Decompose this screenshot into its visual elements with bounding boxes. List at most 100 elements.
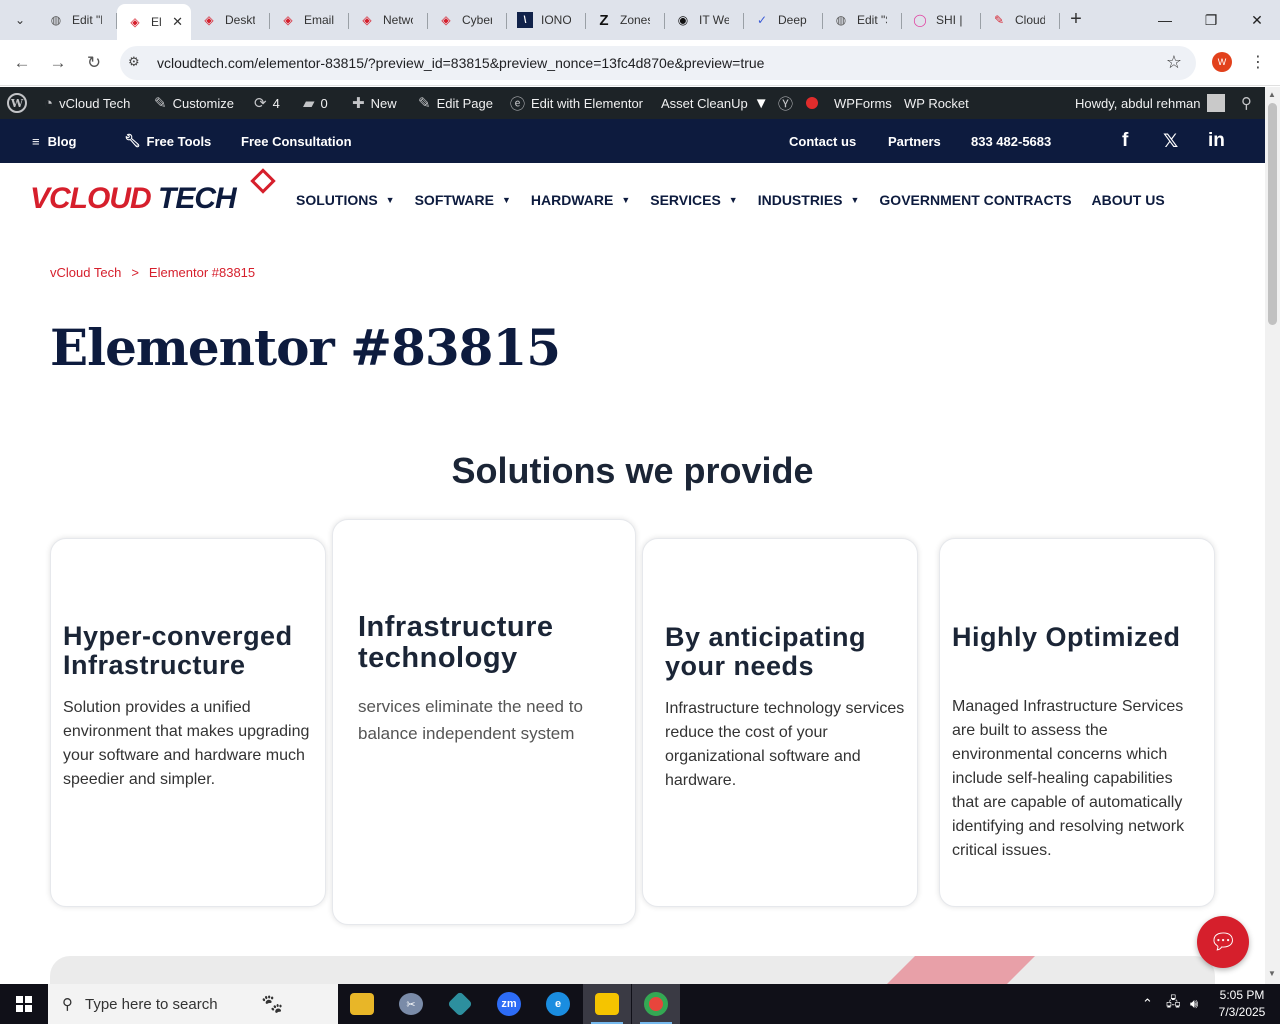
nav-software[interactable]: SOFTWARE ▼ xyxy=(415,190,511,210)
network-icon[interactable]: 🖧︎ xyxy=(1166,984,1181,1024)
close-icon[interactable]: ✕ xyxy=(172,14,183,30)
topnav-free-consultation[interactable]: Free Consultation xyxy=(241,119,352,163)
nav-solutions[interactable]: SOLUTIONS ▼ xyxy=(296,190,395,210)
scrollbar-thumb[interactable] xyxy=(1268,103,1277,325)
wp-wpforms[interactable]: WPForms xyxy=(834,87,892,119)
wp-yoast[interactable]: Ⓨ xyxy=(778,87,799,119)
wp-updates[interactable]: ⟳ 4 xyxy=(254,87,280,119)
wp-search[interactable]: ⚲ xyxy=(1241,87,1252,119)
wp-status-dot[interactable] xyxy=(806,87,818,119)
nav-hardware[interactable]: HARDWARE ▼ xyxy=(531,190,630,210)
tray-chevron-icon[interactable]: ⌃ xyxy=(1142,984,1153,1024)
wp-edit-elementor[interactable]: ⓔ Edit with Elementor xyxy=(510,87,643,119)
tab-cyber[interactable]: ◈ Cyber xyxy=(428,4,507,36)
yoast-icon: Ⓨ xyxy=(778,95,794,113)
tab-deepl[interactable]: ✓ Deep xyxy=(744,4,823,36)
meerkat-illustration-icon: 🐾︎ xyxy=(259,993,285,1016)
tab-edit-s[interactable]: ◍Edit "S xyxy=(823,4,902,36)
facebook-icon[interactable]: f xyxy=(1122,119,1128,163)
tab-ionos[interactable]: \ IONO xyxy=(507,4,586,36)
taskbar-zoom[interactable]: zm xyxy=(485,984,533,1024)
nav-services[interactable]: SERVICES ▼ xyxy=(650,190,737,210)
wp-edit-page[interactable]: ✎ Edit Page xyxy=(418,87,493,119)
topnav-blog[interactable]: ≡ Blog xyxy=(32,119,76,163)
minimize-icon[interactable]: — xyxy=(1142,0,1188,40)
nav-industries[interactable]: INDUSTRIES ▼ xyxy=(758,190,860,210)
window-close-icon[interactable]: ✕ xyxy=(1234,0,1280,40)
ionos-icon: \ xyxy=(517,12,533,28)
solution-card-1: Hyper-converged Infrastructure Solution … xyxy=(50,538,326,907)
chat-bubble-icon[interactable]: 💬︎ xyxy=(1197,916,1249,968)
comment-icon: ▰ xyxy=(303,95,315,112)
wp-admin-bar: W ◔ vCloud Tech ✎ Customize ⟳ 4 ▰ 0 ✚ New ✎ Ed… xyxy=(0,87,1265,119)
wp-site-name[interactable]: ◔ vCloud Tech xyxy=(44,87,130,119)
edge-icon: e xyxy=(546,992,570,1016)
tab-email[interactable]: ◈ Email xyxy=(270,4,349,36)
wp-howdy[interactable]: Howdy, abdul rehman xyxy=(1075,87,1225,119)
card-text: services eliminate the need to balance i… xyxy=(358,697,583,743)
taskbar-app-blue[interactable] xyxy=(436,984,484,1024)
wp-logo-button[interactable]: W xyxy=(7,87,27,119)
card-title: By anticipating your needs xyxy=(665,622,867,681)
taskbar-edge[interactable]: e xyxy=(534,984,582,1024)
taskbar-chrome[interactable] xyxy=(632,984,680,1024)
x-twitter-icon[interactable]: 𝕏 xyxy=(1163,119,1178,163)
browser-menu-icon[interactable]: ⋮ xyxy=(1250,52,1266,72)
taskbar-file-explorer[interactable] xyxy=(338,984,386,1024)
menu-lines-icon: ≡ xyxy=(32,133,40,149)
wp-new[interactable]: ✚ New xyxy=(352,87,397,119)
page-title: Elementor #83815 xyxy=(50,318,561,377)
nav-government-contracts[interactable]: GOVERNMENT CONTRACTS xyxy=(879,190,1071,210)
zoom-icon: zm xyxy=(497,992,521,1016)
taskbar-clock[interactable]: 5:05 PM 7/3/2025 xyxy=(1212,987,1272,1021)
breadcrumb-home[interactable]: vCloud Tech xyxy=(50,265,121,280)
scroll-up-icon[interactable]: ▲ xyxy=(1268,90,1276,99)
start-button[interactable] xyxy=(0,984,48,1024)
back-icon[interactable]: ← xyxy=(8,49,36,77)
site-info-icon[interactable]: ⚙ xyxy=(128,54,140,70)
chrome-icon xyxy=(644,992,668,1016)
topnav-contact[interactable]: Contact us xyxy=(789,119,856,163)
topnav-partners[interactable]: Partners xyxy=(888,119,941,163)
wordpress-icon: W xyxy=(7,93,27,113)
solution-card-4: Highly Optimized Managed Infrastructure … xyxy=(939,538,1215,907)
tab-zones[interactable]: ZZones xyxy=(586,4,665,36)
card-title: Infrastructure technology xyxy=(358,611,554,674)
wp-asset-cleanup[interactable]: Asset CleanUp ▼ xyxy=(661,87,775,119)
taskbar-snip-tool[interactable]: ✂ xyxy=(387,984,435,1024)
site-logo[interactable]: VCLOUD TECH xyxy=(30,182,237,216)
brush-icon: ✎ xyxy=(154,95,167,112)
address-bar[interactable]: ⚙ vcloudtech.com/elementor-83815/?previe… xyxy=(120,46,1196,80)
tab-edit-e[interactable]: ◍Edit "E xyxy=(38,4,117,36)
snipping-icon: ✂ xyxy=(399,993,423,1015)
diamond-icon: ◈ xyxy=(441,13,451,27)
topnav-free-tools[interactable]: 🔧︎ Free Tools xyxy=(124,119,211,163)
tab-shi[interactable]: ◯ SHI | xyxy=(902,4,981,36)
scroll-down-icon[interactable]: ▼ xyxy=(1268,969,1276,978)
taskbar-sticky-notes[interactable] xyxy=(583,984,631,1024)
nav-about-us[interactable]: ABOUT US xyxy=(1092,190,1165,210)
tab-desktop[interactable]: ◈ Deskt xyxy=(191,4,270,36)
tab-it-web[interactable]: ◉ IT We xyxy=(665,4,744,36)
wp-comments[interactable]: ▰ 0 xyxy=(303,87,328,119)
volume-icon[interactable]: 🔊︎ xyxy=(1190,984,1198,1024)
page-scrollbar[interactable]: ▲ ▼ xyxy=(1265,87,1280,984)
bookmark-star-icon[interactable]: ☆ xyxy=(1166,52,1182,73)
new-tab-button[interactable]: + xyxy=(1064,8,1088,32)
taskbar-search[interactable]: ⚲ Type here to search 🐾︎ xyxy=(48,984,338,1024)
linkedin-icon[interactable]: in xyxy=(1208,119,1225,163)
wp-customize[interactable]: ✎ Customize xyxy=(154,87,234,119)
restore-icon[interactable]: ❐ xyxy=(1188,0,1234,40)
topnav-phone[interactable]: 833 482-5683 xyxy=(971,119,1051,163)
elementor-icon: ⓔ xyxy=(510,95,526,113)
caret-down-icon: ▼ xyxy=(728,195,738,205)
profile-avatar[interactable]: W xyxy=(1212,52,1232,72)
wp-rocket[interactable]: WP Rocket xyxy=(904,87,969,119)
tab-network[interactable]: ◈Netwo xyxy=(349,4,428,36)
url-text: vcloudtech.com/elementor-83815/?preview_… xyxy=(157,55,765,71)
forward-icon[interactable]: → xyxy=(44,49,72,77)
tab-cloud[interactable]: ✎ Cloud xyxy=(981,4,1060,36)
reload-icon[interactable]: ↻ xyxy=(80,49,108,77)
tab-elementor-active[interactable]: ◈ El ✕ xyxy=(117,4,191,40)
tab-search-button[interactable]: ⌄ xyxy=(6,6,34,34)
